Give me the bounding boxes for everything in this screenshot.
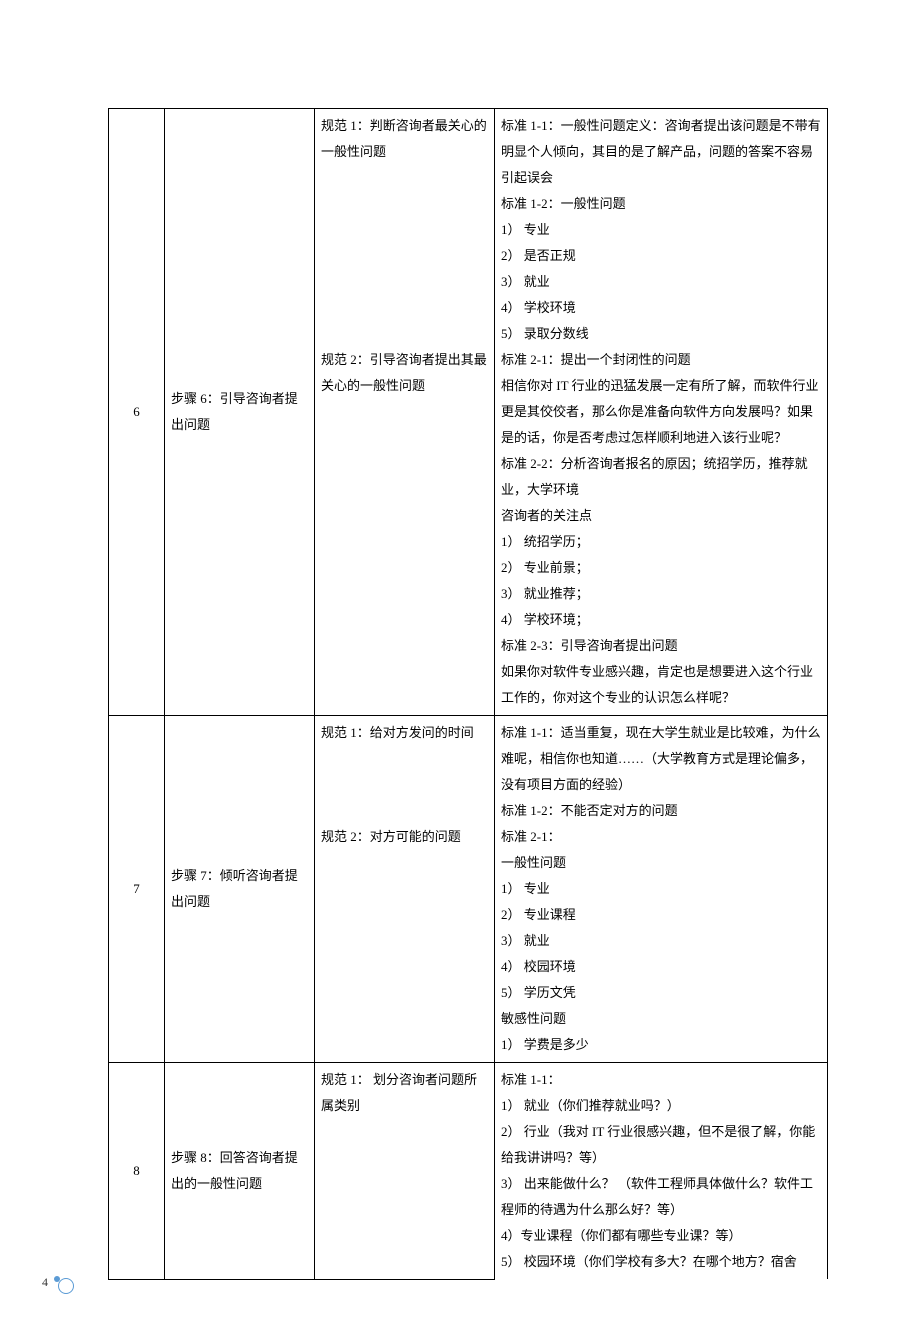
standard-cell: 标准 1-1：一般性问题定义：咨询者提出该问题是不带有明显个人倾向，其目的是了解… [495,109,828,716]
row-number: 6 [109,109,165,716]
page-ornament-icon [54,1274,72,1292]
spec-cell: 规范 1： 划分咨询者问题所属类别 [315,1063,495,1280]
page-footer: 4 [42,1274,72,1292]
step-cell: 步骤 6：引导咨询者提出问题 [165,109,315,716]
page-number: 4 [42,1275,48,1290]
row-number: 7 [109,716,165,1063]
step-cell: 步骤 7：倾听咨询者提出问题 [165,716,315,1063]
table-row: 6 步骤 6：引导咨询者提出问题 规范 1：判断咨询者最关心的一般性问题 规范 … [109,109,828,716]
spec-cell: 规范 1：给对方发问的时间 规范 2：对方可能的问题 [315,716,495,1063]
step-cell: 步骤 8：回答咨询者提出的一般性问题 [165,1063,315,1280]
table-row: 8 步骤 8：回答咨询者提出的一般性问题 规范 1： 划分咨询者问题所属类别 标… [109,1063,828,1280]
procedure-table: 6 步骤 6：引导咨询者提出问题 规范 1：判断咨询者最关心的一般性问题 规范 … [108,108,828,1280]
row-number: 8 [109,1063,165,1280]
standard-cell: 标准 1-1：适当重复，现在大学生就业是比较难，为什么难呢，相信你也知道……（大… [495,716,828,1063]
table-row: 7 步骤 7：倾听咨询者提出问题 规范 1：给对方发问的时间 规范 2：对方可能… [109,716,828,1063]
spec-cell: 规范 1：判断咨询者最关心的一般性问题 规范 2：引导咨询者提出其最关心的一般性… [315,109,495,716]
standard-cell: 标准 1-1： 1） 就业（你们推荐就业吗？） 2） 行业（我对 IT 行业很感… [495,1063,828,1280]
